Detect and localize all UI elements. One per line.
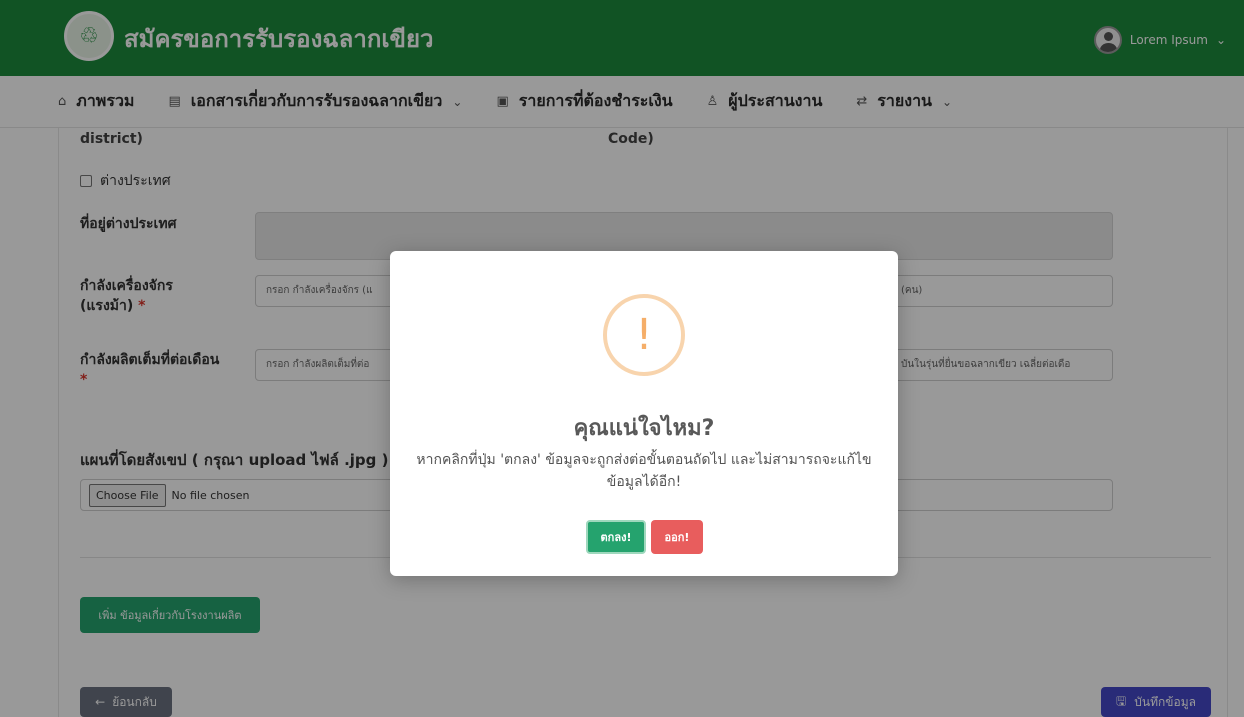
confirmation-message: หากคลิกที่ปุ่ม 'ตกลง' ข้อมูลจะถูกส่งต่อข… <box>416 452 872 490</box>
confirm-button[interactable]: ตกลง! <box>586 520 646 554</box>
confirmation-title: คุณแน่ใจไหม? <box>573 416 715 441</box>
warning-icon: ! <box>603 294 685 376</box>
confirmation-dialog: ! คุณแน่ใจไหม? หากคลิกที่ปุ่ม 'ตกลง' ข้อ… <box>390 251 898 576</box>
cancel-button[interactable]: ออก! <box>651 520 703 554</box>
